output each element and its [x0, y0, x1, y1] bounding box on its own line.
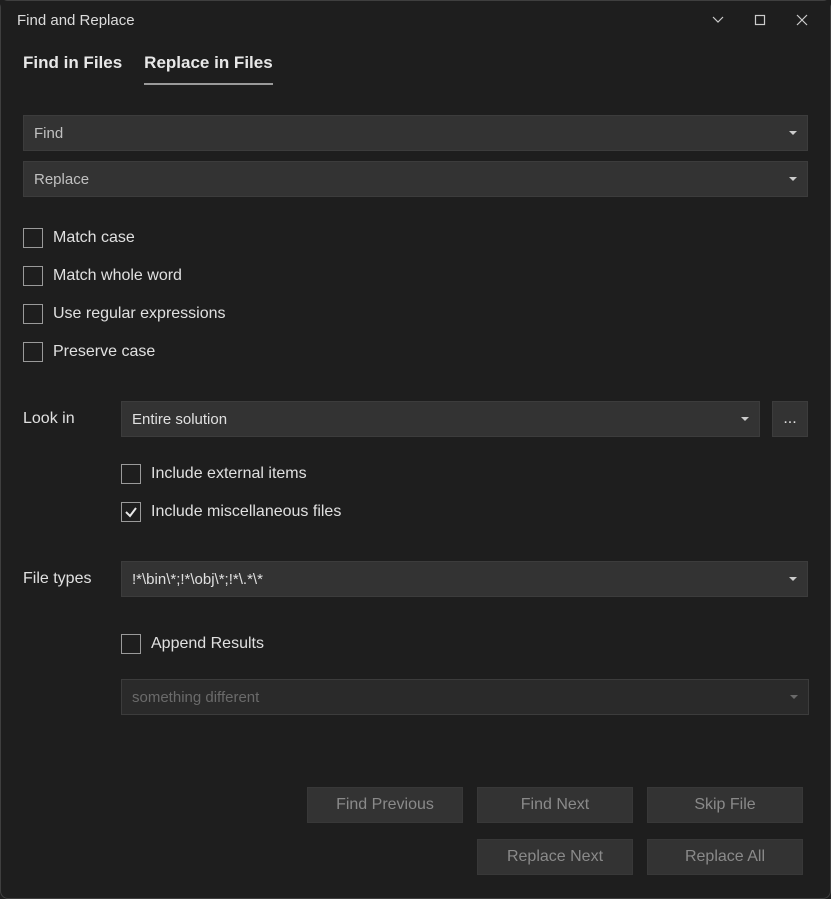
look-in-options: Include external items Include miscellan…: [121, 455, 808, 531]
look-in-select[interactable]: Entire solution: [121, 401, 760, 437]
options-block: Match case Match whole word Use regular …: [23, 219, 808, 371]
chevron-down-icon: [789, 177, 797, 181]
titlebar-controls: [698, 5, 822, 35]
match-whole-word-checkbox[interactable]: [23, 266, 43, 286]
preserve-case-checkbox[interactable]: [23, 342, 43, 362]
chevron-down-icon: [790, 695, 798, 699]
replace-all-button[interactable]: Replace All: [647, 839, 803, 875]
chevron-down-icon: [789, 577, 797, 581]
replace-input[interactable]: Replace: [23, 161, 808, 197]
tab-find-in-files[interactable]: Find in Files: [23, 53, 122, 85]
chevron-down-icon: [741, 417, 749, 421]
maximize-button[interactable]: [740, 5, 780, 35]
look-in-label: Look in: [23, 410, 109, 428]
match-whole-word-row: Match whole word: [23, 257, 808, 295]
file-types-select[interactable]: !*\bin\*;!*\obj\*;!*\.*\*: [121, 561, 808, 597]
include-external-checkbox[interactable]: [121, 464, 141, 484]
include-external-label: Include external items: [151, 465, 307, 483]
append-results-label: Append Results: [151, 635, 264, 653]
include-misc-label: Include miscellaneous files: [151, 503, 341, 521]
look-in-row: Look in Entire solution ...: [23, 401, 808, 437]
include-misc-row: Include miscellaneous files: [121, 493, 808, 531]
append-results-block: Append Results something different: [121, 627, 808, 715]
close-button[interactable]: [782, 5, 822, 35]
find-field-row: Find: [23, 115, 808, 151]
include-misc-checkbox[interactable]: [121, 502, 141, 522]
append-results-checkbox[interactable]: [121, 634, 141, 654]
preserve-case-label: Preserve case: [53, 343, 155, 361]
use-regex-row: Use regular expressions: [23, 295, 808, 333]
match-case-row: Match case: [23, 219, 808, 257]
replace-next-button[interactable]: Replace Next: [477, 839, 633, 875]
find-previous-button[interactable]: Find Previous: [307, 787, 463, 823]
file-types-value: !*\bin\*;!*\obj\*;!*\.*\*: [132, 571, 263, 588]
tabs: Find in Files Replace in Files: [1, 39, 830, 85]
replace-field-row: Replace: [23, 161, 808, 197]
find-input[interactable]: Find: [23, 115, 808, 151]
find-next-button[interactable]: Find Next: [477, 787, 633, 823]
maximize-icon: [754, 14, 766, 26]
preserve-case-row: Preserve case: [23, 333, 808, 371]
file-types-label: File types: [23, 570, 109, 588]
match-case-label: Match case: [53, 229, 135, 247]
match-whole-word-label: Match whole word: [53, 267, 182, 285]
append-results-row: Append Results: [121, 627, 808, 661]
file-types-block: File types !*\bin\*;!*\obj\*;!*\.*\*: [23, 561, 808, 597]
chevron-down-icon: [789, 131, 797, 135]
append-results-select[interactable]: something different: [121, 679, 809, 715]
skip-file-button[interactable]: Skip File: [647, 787, 803, 823]
look-in-value: Entire solution: [132, 411, 227, 428]
find-input-placeholder: Find: [34, 125, 63, 142]
append-results-value: something different: [132, 689, 259, 706]
button-row-1: Find Previous Find Next Skip File: [307, 787, 803, 823]
include-external-row: Include external items: [121, 455, 808, 493]
replace-input-placeholder: Replace: [34, 171, 89, 188]
close-icon: [796, 14, 808, 26]
content: Find Replace Match case Match whole word: [1, 85, 830, 735]
minimize-button[interactable]: [698, 5, 738, 35]
titlebar: Find and Replace: [1, 1, 830, 39]
browse-button[interactable]: ...: [772, 401, 808, 437]
look-in-block: Look in Entire solution ... Include exte…: [23, 401, 808, 531]
window-title: Find and Replace: [17, 12, 698, 29]
browse-button-label: ...: [783, 410, 796, 428]
match-case-checkbox[interactable]: [23, 228, 43, 248]
action-buttons: Find Previous Find Next Skip File Replac…: [307, 787, 803, 875]
tab-replace-in-files[interactable]: Replace in Files: [144, 53, 273, 85]
button-row-2: Replace Next Replace All: [477, 839, 803, 875]
use-regex-label: Use regular expressions: [53, 305, 226, 323]
file-types-row: File types !*\bin\*;!*\obj\*;!*\.*\*: [23, 561, 808, 597]
chevron-down-icon: [712, 14, 724, 26]
use-regex-checkbox[interactable]: [23, 304, 43, 324]
